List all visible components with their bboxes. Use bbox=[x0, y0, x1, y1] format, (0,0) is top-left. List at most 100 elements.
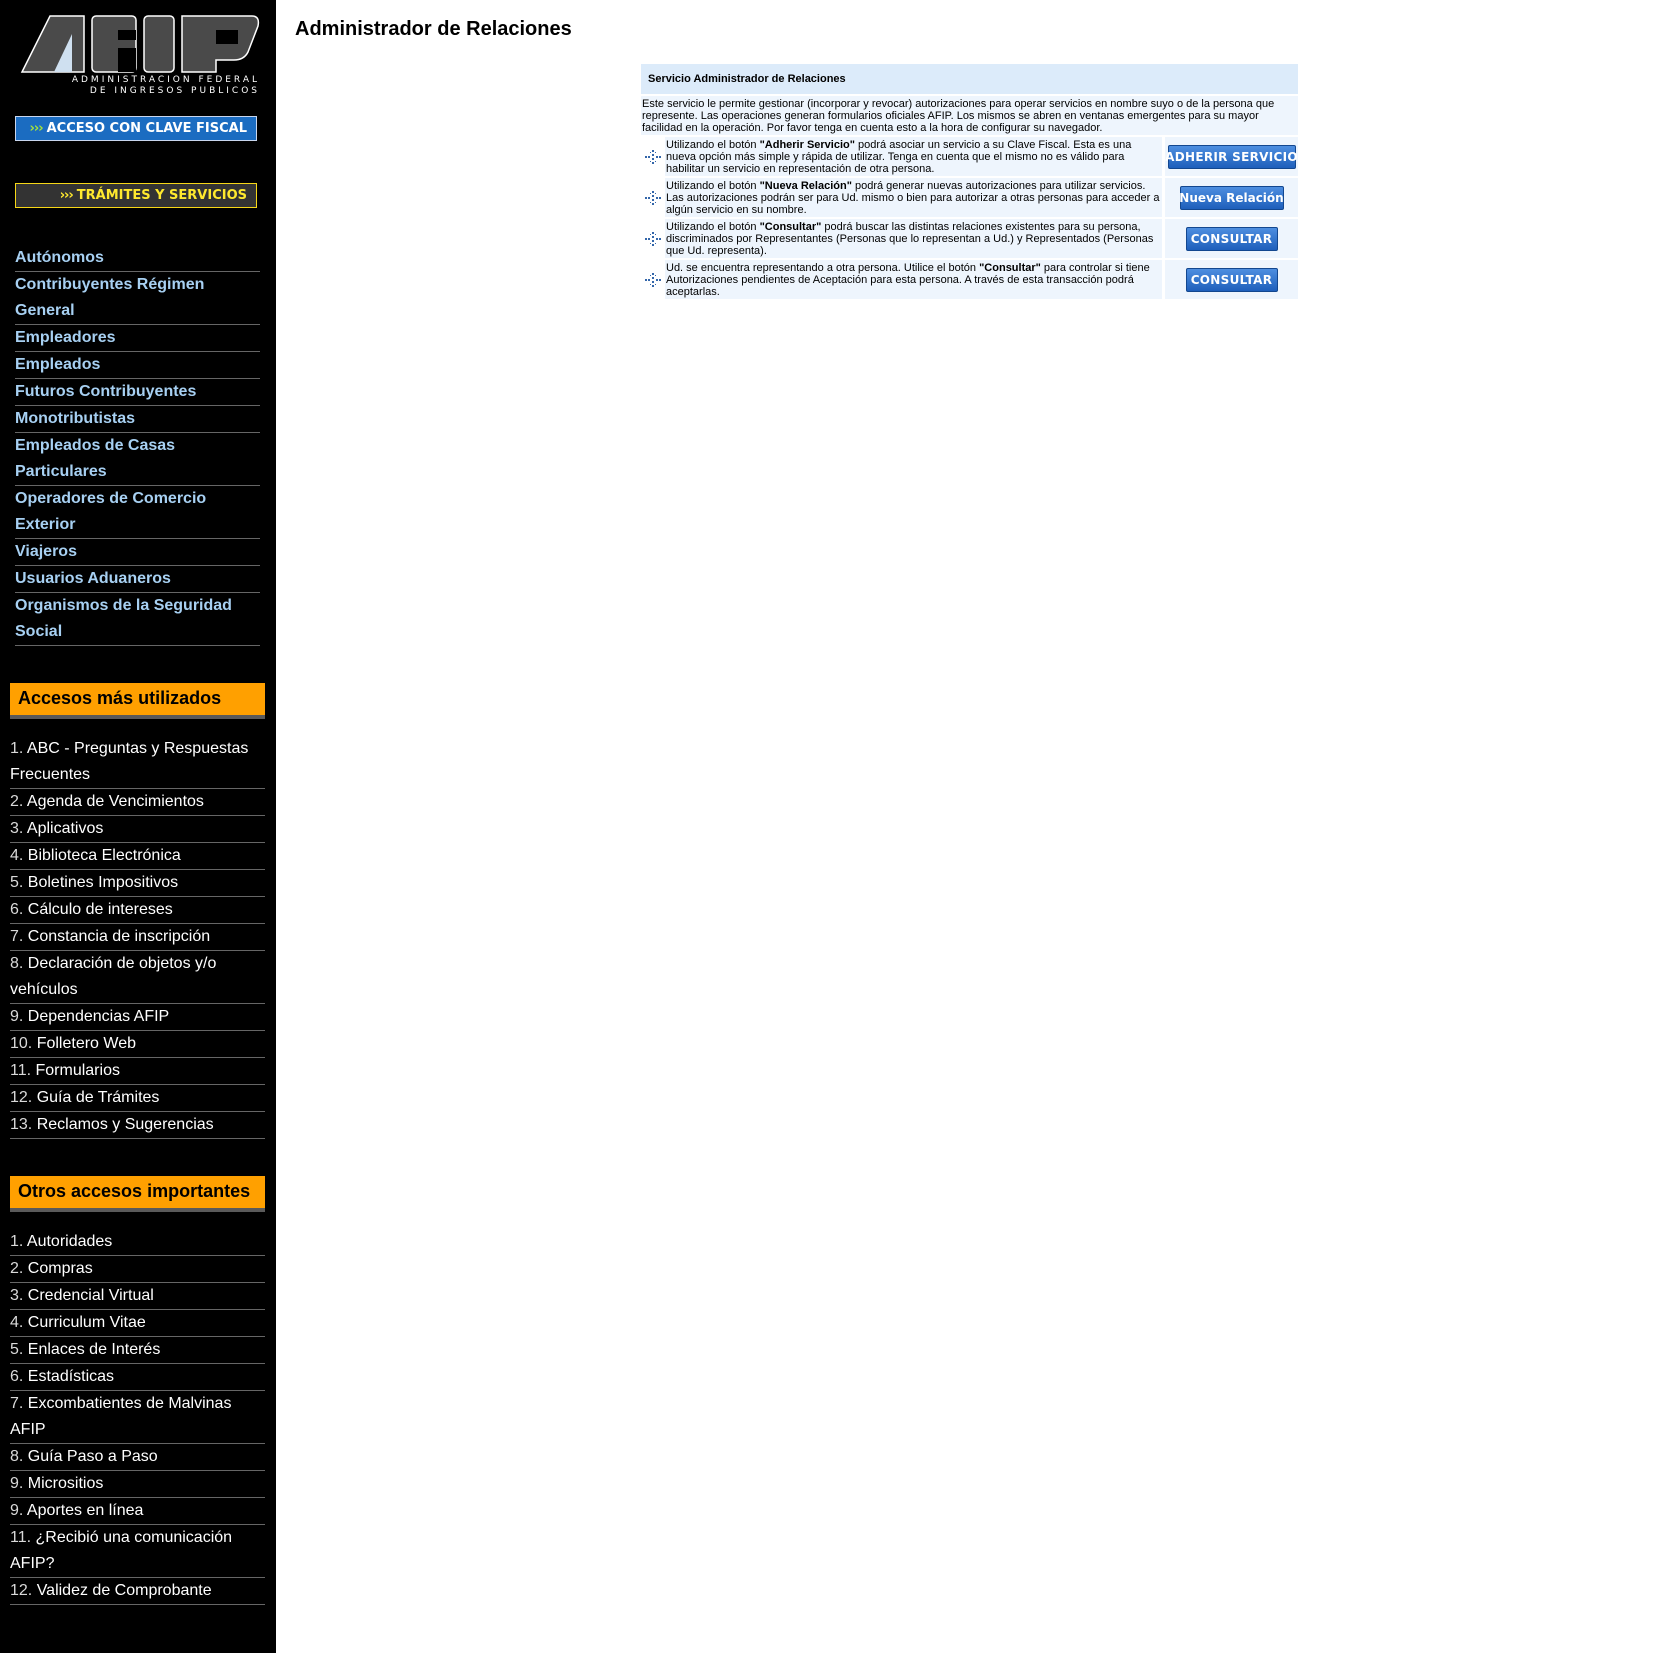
nav-item-contribuyentes[interactable]: Contribuyentes Régimen General bbox=[15, 272, 260, 325]
service-panel: Servicio Administrador de Relaciones Est… bbox=[641, 64, 1298, 299]
item-label: Estadísticas bbox=[27, 1368, 115, 1385]
item-number: 4. bbox=[10, 847, 28, 864]
panel-row: Utilizando el botón "Adherir Servicio" p… bbox=[641, 137, 1298, 176]
accesos-item[interactable]: 8. Declaración de objetos y/o vehículos bbox=[10, 951, 265, 1004]
otros-item[interactable]: 8. Guía Paso a Paso bbox=[10, 1444, 265, 1471]
bullet-arrows-icon bbox=[641, 137, 665, 176]
nav-item-seguridad-social[interactable]: Organismos de la Seguridad Social bbox=[15, 593, 260, 646]
otros-item[interactable]: 11. ¿Recibió una comunicación AFIP? bbox=[10, 1525, 265, 1578]
consultar-pendientes-button[interactable]: CONSULTAR bbox=[1185, 267, 1278, 292]
nav-item-usuarios-aduaneros[interactable]: Usuarios Aduaneros bbox=[15, 566, 260, 593]
otros-item[interactable]: 5. Enlaces de Interés bbox=[10, 1337, 265, 1364]
nav-item-futuros-contribuyentes[interactable]: Futuros Contribuyentes bbox=[15, 379, 260, 406]
item-number: 12. bbox=[10, 1582, 37, 1599]
sidebar: ADMINISTRACION FEDERAL DE INGRESOS PUBLI… bbox=[0, 0, 276, 1653]
item-label: Guía de Trámites bbox=[36, 1089, 160, 1106]
afip-logo[interactable]: ADMINISTRACION FEDERAL DE INGRESOS PUBLI… bbox=[20, 12, 260, 100]
otros-item[interactable]: 1. Autoridades bbox=[10, 1229, 265, 1256]
otros-item[interactable]: 3. Credencial Virtual bbox=[10, 1283, 265, 1310]
panel-intro: Este servicio le permite gestionar (inco… bbox=[641, 96, 1298, 135]
item-number: 11. bbox=[10, 1062, 36, 1079]
accesos-heading: Accesos más utilizados bbox=[10, 683, 265, 719]
item-number: 6. bbox=[10, 1368, 28, 1385]
item-label: Aplicativos bbox=[26, 820, 104, 837]
nav-item-autonomos[interactable]: Autónomos bbox=[15, 245, 260, 272]
nav-item-empleados[interactable]: Empleados bbox=[15, 352, 260, 379]
otros-item[interactable]: 9. Aportes en línea bbox=[10, 1498, 265, 1525]
row-text-pre: Utilizando el botón bbox=[666, 180, 760, 192]
item-number: 9. bbox=[10, 1502, 27, 1519]
adherir-servicio-button[interactable]: ADHERIR SERVICIO bbox=[1165, 144, 1298, 169]
nav-item-comercio-exterior[interactable]: Operadores de Comercio Exterior bbox=[15, 486, 260, 539]
nav-item-empleadores[interactable]: Empleadores bbox=[15, 325, 260, 352]
row-description: Ud. se encuentra representando a otra pe… bbox=[665, 260, 1162, 299]
accesos-item[interactable]: 13. Reclamos y Sugerencias bbox=[10, 1112, 265, 1139]
otros-item[interactable]: 6. Estadísticas bbox=[10, 1364, 265, 1391]
item-number: 13. bbox=[10, 1116, 37, 1133]
panel-row: Ud. se encuentra representando a otra pe… bbox=[641, 260, 1298, 299]
tramites-label: TRÁMITES Y SERVICIOS bbox=[76, 188, 247, 203]
bullet-arrows-icon bbox=[641, 219, 665, 258]
item-label: Compras bbox=[27, 1260, 93, 1277]
consultar-button[interactable]: CONSULTAR bbox=[1185, 226, 1278, 251]
tramites-servicios-button[interactable]: ››› TRÁMITES Y SERVICIOS bbox=[15, 183, 257, 208]
nav-item-casas-particulares[interactable]: Empleados de Casas Particulares bbox=[15, 433, 260, 486]
accesos-item[interactable]: 1. ABC - Preguntas y Respuestas Frecuent… bbox=[10, 736, 265, 789]
nav-item-monotributistas[interactable]: Monotributistas bbox=[15, 406, 260, 433]
accesos-item[interactable]: 2. Agenda de Vencimientos bbox=[10, 789, 265, 816]
row-action: CONSULTAR bbox=[1165, 260, 1298, 299]
item-number: 12. bbox=[10, 1089, 37, 1106]
item-number: 11. bbox=[10, 1529, 36, 1546]
item-label: Aportes en línea bbox=[26, 1502, 144, 1519]
panel-row: Utilizando el botón "Nueva Relación" pod… bbox=[641, 178, 1298, 217]
page-title: Administrador de Relaciones bbox=[295, 18, 572, 40]
item-label: Formularios bbox=[35, 1062, 120, 1079]
panel-title: Servicio Administrador de Relaciones bbox=[641, 64, 1298, 94]
otros-item[interactable]: 4. Curriculum Vitae bbox=[10, 1310, 265, 1337]
logo-line-2: DE INGRESOS PUBLICOS bbox=[89, 86, 260, 96]
accesos-item[interactable]: 4. Biblioteca Electrónica bbox=[10, 843, 265, 870]
item-label: Dependencias AFIP bbox=[27, 1008, 170, 1025]
accesos-item[interactable]: 10. Folletero Web bbox=[10, 1031, 265, 1058]
item-label: Excombatientes de Malvinas AFIP bbox=[10, 1395, 232, 1438]
item-number: 7. bbox=[10, 1395, 28, 1412]
item-label: Validez de Comprobante bbox=[36, 1582, 212, 1599]
accesos-item[interactable]: 11. Formularios bbox=[10, 1058, 265, 1085]
arrows-icon: ››› bbox=[59, 188, 74, 203]
item-number: 7. bbox=[10, 928, 28, 945]
item-label: Declaración de objetos y/o vehículos bbox=[10, 955, 217, 998]
item-label: Boletines Impositivos bbox=[27, 874, 179, 891]
item-number: 4. bbox=[10, 1314, 28, 1331]
accesos-item[interactable]: 5. Boletines Impositivos bbox=[10, 870, 265, 897]
clave-fiscal-label: ACCESO CON CLAVE FISCAL bbox=[46, 121, 247, 136]
otros-item[interactable]: 12. Validez de Comprobante bbox=[10, 1578, 265, 1605]
accesos-item[interactable]: 7. Constancia de inscripción bbox=[10, 924, 265, 951]
afip-logo-mark bbox=[20, 15, 260, 73]
item-number: 8. bbox=[10, 1448, 28, 1465]
item-number: 9. bbox=[10, 1008, 28, 1025]
item-number: 6. bbox=[10, 901, 28, 918]
accesos-item[interactable]: 12. Guía de Trámites bbox=[10, 1085, 265, 1112]
item-number: 9. bbox=[10, 1475, 28, 1492]
item-number: 3. bbox=[10, 1287, 28, 1304]
clave-fiscal-button[interactable]: ››› ACCESO CON CLAVE FISCAL bbox=[15, 116, 257, 141]
profile-nav: Autónomos Contribuyentes Régimen General… bbox=[15, 245, 260, 646]
row-action: Nueva Relación bbox=[1165, 178, 1298, 217]
accesos-item[interactable]: 3. Aplicativos bbox=[10, 816, 265, 843]
otros-item[interactable]: 2. Compras bbox=[10, 1256, 265, 1283]
otros-item[interactable]: 7. Excombatientes de Malvinas AFIP bbox=[10, 1391, 265, 1444]
item-number: 2. bbox=[10, 1260, 28, 1277]
bullet-arrows-icon bbox=[641, 178, 665, 217]
logo-line-1: ADMINISTRACION FEDERAL bbox=[71, 75, 260, 85]
row-text-bold: "Adherir Servicio" bbox=[759, 139, 855, 151]
item-number: 1. bbox=[10, 1233, 27, 1250]
nav-item-viajeros[interactable]: Viajeros bbox=[15, 539, 260, 566]
accesos-item[interactable]: 6. Cálculo de intereses bbox=[10, 897, 265, 924]
item-label: Guía Paso a Paso bbox=[27, 1448, 158, 1465]
row-text-pre: Ud. se encuentra representando a otra pe… bbox=[666, 262, 980, 274]
accesos-item[interactable]: 9. Dependencias AFIP bbox=[10, 1004, 265, 1031]
otros-list: 1. Autoridades 2. Compras 3. Credencial Vi… bbox=[10, 1229, 265, 1605]
otros-item[interactable]: 9. Micrositios bbox=[10, 1471, 265, 1498]
nueva-relacion-button[interactable]: Nueva Relación bbox=[1179, 185, 1284, 210]
item-label: Constancia de inscripción bbox=[27, 928, 211, 945]
